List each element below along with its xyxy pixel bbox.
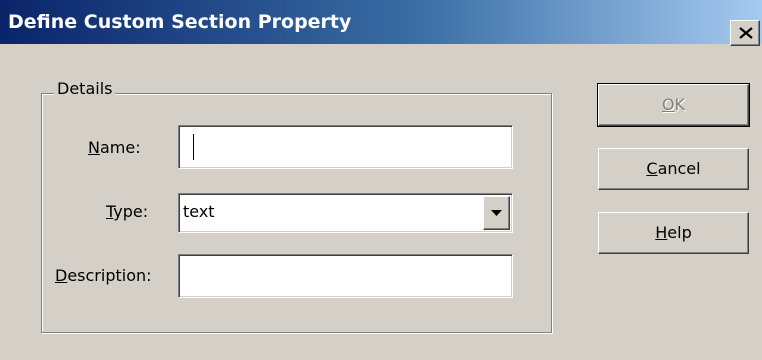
- description-field[interactable]: [178, 254, 513, 298]
- description-input[interactable]: [183, 257, 508, 295]
- help-button[interactable]: Help: [598, 212, 749, 254]
- description-label: Description:: [55, 266, 152, 285]
- title-bar[interactable]: Define Custom Section Property: [0, 0, 762, 46]
- type-label: Type:: [106, 202, 149, 221]
- type-dropdown-button[interactable]: [483, 196, 510, 230]
- close-button[interactable]: [730, 20, 760, 46]
- name-field[interactable]: [178, 125, 513, 169]
- window-title: Define Custom Section Property: [8, 11, 352, 33]
- close-icon: [739, 27, 753, 39]
- details-group-label: Details: [54, 79, 116, 99]
- type-selected-value: text: [183, 202, 215, 221]
- name-input[interactable]: [183, 128, 508, 166]
- ok-button[interactable]: OK: [597, 83, 750, 127]
- custom-section-property-dialog: Define Custom Section Property Details N…: [0, 0, 762, 360]
- chevron-down-icon: [491, 210, 502, 216]
- cancel-button[interactable]: Cancel: [598, 148, 749, 190]
- type-select[interactable]: text: [178, 193, 513, 233]
- name-label: Name:: [88, 138, 141, 157]
- text-caret: [193, 134, 194, 160]
